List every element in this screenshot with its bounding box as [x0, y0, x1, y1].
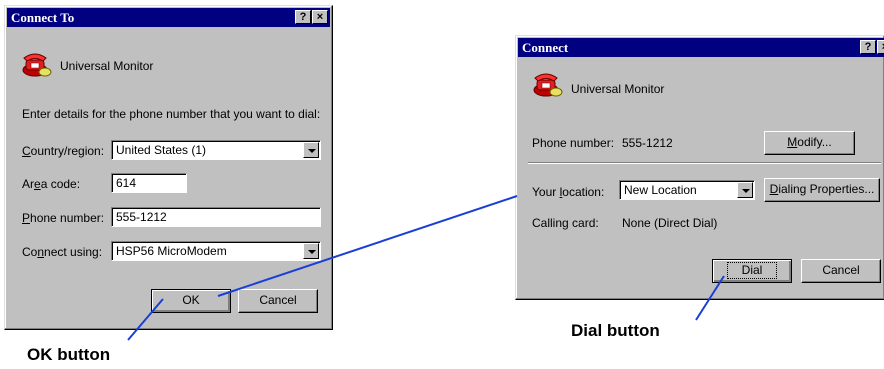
phone-number-input[interactable]: 555-1212 [111, 207, 321, 227]
dial-button-callout: Dial button [571, 321, 660, 340]
close-button[interactable]: × [312, 10, 328, 24]
connect-dialog: Connect ? × Universal Monitor Phone numb… [515, 35, 884, 300]
dial-button[interactable]: Dial [712, 259, 792, 283]
cancel-button[interactable]: Cancel [238, 289, 318, 313]
dial-focus-ring: Dial [726, 262, 778, 279]
cancel-button[interactable]: Cancel [801, 259, 881, 283]
app-name: Universal Monitor [571, 82, 665, 96]
connect-to-title: Connect To [11, 10, 75, 25]
country-select[interactable]: United States (1) [111, 140, 321, 160]
location-label: Your location: [532, 185, 605, 199]
connect-using-select[interactable]: HSP56 MicroModem [111, 241, 321, 261]
location-value: New Location [624, 183, 697, 197]
country-value: United States (1) [116, 143, 207, 157]
country-label: Country/region: [22, 144, 105, 158]
connect-using-label: Connect using: [22, 245, 103, 259]
chevron-down-icon[interactable] [303, 142, 319, 158]
connect-titlebar[interactable]: Connect ? × [518, 38, 884, 57]
chevron-down-icon[interactable] [737, 182, 753, 198]
location-select[interactable]: New Location [619, 180, 755, 200]
app-name: Universal Monitor [60, 59, 154, 73]
calling-card-value: None (Direct Dial) [622, 216, 718, 230]
ok-button-callout: OK button [27, 345, 111, 364]
instructions-text: Enter details for the phone number that … [22, 107, 321, 121]
modify-button[interactable]: Modify... [764, 131, 855, 155]
ok-button[interactable]: OK [151, 289, 231, 313]
area-code-value: 614 [116, 176, 137, 190]
phone-icon [533, 73, 563, 97]
help-button[interactable]: ? [295, 10, 311, 24]
area-code-input[interactable]: 614 [111, 173, 187, 193]
close-button[interactable]: × [877, 40, 884, 54]
area-code-label: Area code: [22, 177, 81, 191]
help-button[interactable]: ? [860, 40, 876, 54]
phone-number-label: Phone number: [22, 211, 105, 225]
connect-title: Connect [522, 40, 569, 55]
phone-icon [22, 53, 52, 77]
dialing-properties-button[interactable]: Dialing Properties... [764, 178, 880, 202]
phone-number-label: Phone number: [532, 136, 615, 150]
connect-using-value: HSP56 MicroModem [116, 244, 227, 258]
phone-number-value: 555-1212 [622, 136, 673, 150]
phone-number-value: 555-1212 [116, 210, 167, 224]
chevron-down-icon[interactable] [303, 243, 319, 259]
connect-to-titlebar[interactable]: Connect To ? × [7, 8, 330, 27]
divider [528, 162, 881, 164]
calling-card-label: Calling card: [532, 216, 599, 230]
connect-to-dialog: Connect To ? × Universal Monitor Enter d… [4, 5, 333, 330]
